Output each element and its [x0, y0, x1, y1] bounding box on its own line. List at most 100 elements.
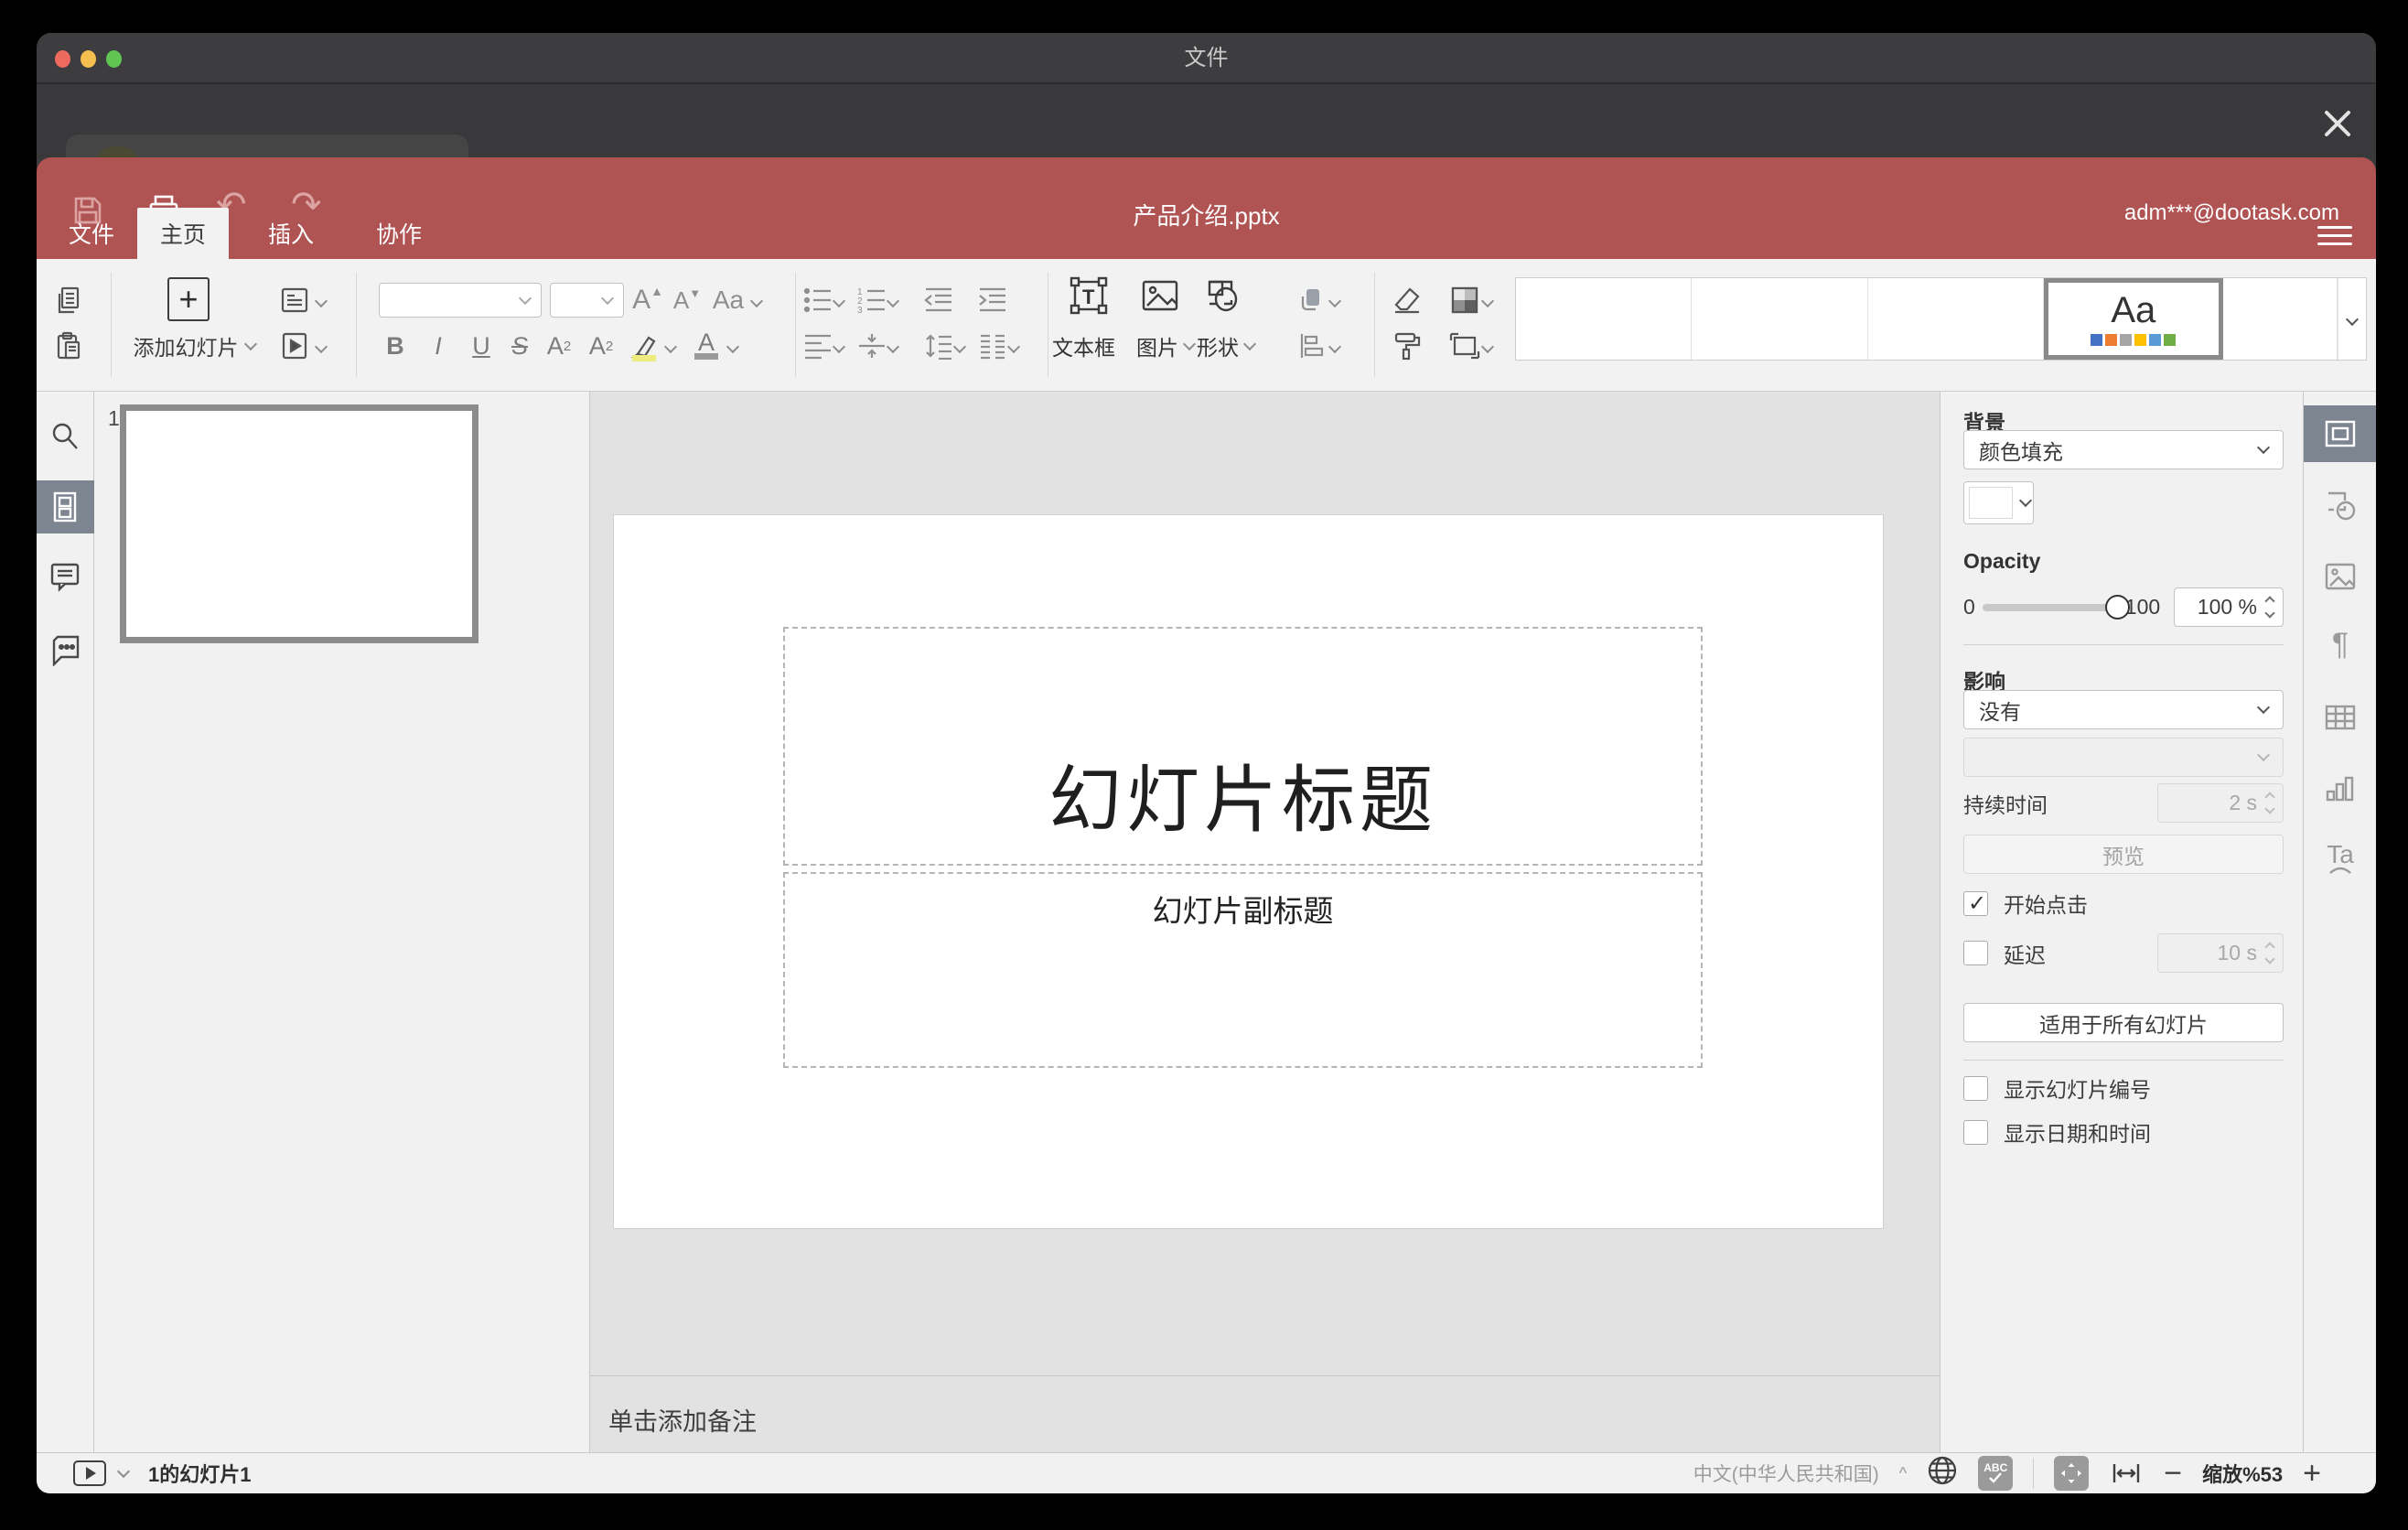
background-color-swatch[interactable]: [1963, 481, 2034, 524]
decrease-font-icon[interactable]: A ▼: [670, 283, 704, 318]
add-slide-icon[interactable]: +: [167, 277, 210, 321]
theme-thumbnail[interactable]: [1692, 278, 1868, 360]
tab-collaboration[interactable]: 协作: [353, 208, 445, 259]
underline-icon[interactable]: U: [464, 329, 499, 363]
add-slide-button[interactable]: 添加幻灯片: [115, 330, 273, 361]
show-slide-number-checkbox[interactable]: 显示幻灯片编号: [1963, 1072, 2284, 1104]
shape-fill-icon[interactable]: [1447, 283, 1482, 318]
font-color-icon[interactable]: A: [689, 329, 724, 363]
start-slideshow-status-icon[interactable]: [73, 1460, 106, 1486]
arrange-icon[interactable]: [1295, 283, 1329, 318]
font-name-combo[interactable]: [379, 283, 542, 318]
italic-icon[interactable]: I: [421, 329, 456, 363]
theme-gallery-expand-icon[interactable]: [2338, 278, 2366, 360]
theme-thumbnail[interactable]: [2223, 278, 2338, 360]
notes-placeholder[interactable]: 单击添加备注: [608, 1402, 757, 1438]
checkbox-unchecked[interactable]: [1963, 1119, 1988, 1145]
opacity-slider-knob[interactable]: [2104, 594, 2130, 620]
opacity-value-spinner[interactable]: 100 %: [2174, 587, 2284, 627]
slide-title-text: 幻灯片标题: [1048, 760, 1437, 841]
theme-thumbnail[interactable]: [1516, 278, 1693, 360]
delay-checkbox[interactable]: 延迟 10 s: [1963, 933, 2284, 973]
search-icon[interactable]: [48, 420, 81, 453]
zoom-out-icon[interactable]: −: [2164, 1458, 2182, 1489]
tab-home[interactable]: 主页: [137, 208, 230, 259]
checkbox-unchecked[interactable]: [1963, 1075, 1988, 1101]
theme-thumbnail[interactable]: [1868, 278, 2045, 360]
strikethrough-icon[interactable]: S: [502, 329, 537, 363]
duration-spinner[interactable]: 2 s: [2157, 783, 2284, 823]
paste-icon[interactable]: [51, 329, 86, 363]
decrease-indent-icon[interactable]: [921, 283, 956, 318]
theme-thumbnail-selected[interactable]: Aa: [2044, 278, 2223, 360]
subscript-icon[interactable]: A2: [584, 329, 618, 363]
start-on-click-checkbox[interactable]: 开始点击: [1963, 888, 2284, 919]
align-objects-icon[interactable]: [1295, 329, 1329, 363]
vertical-align-icon[interactable]: [855, 329, 889, 363]
language-selector[interactable]: 中文(中华人民共和国): [1693, 1460, 1879, 1487]
preview-button[interactable]: 预览: [1963, 835, 2284, 874]
paint-roller-icon[interactable]: [1390, 329, 1424, 363]
shape-icon[interactable]: [1200, 275, 1241, 316]
slide-subtitle-text: 幻灯片副标题: [1152, 894, 1334, 928]
columns-icon[interactable]: [975, 329, 1010, 363]
checkbox-unchecked[interactable]: [1963, 941, 1988, 965]
text-box-icon[interactable]: T: [1069, 275, 1109, 316]
image-settings-icon[interactable]: [2324, 560, 2357, 593]
change-case-icon[interactable]: Aa: [711, 283, 746, 318]
opacity-slider[interactable]: [1982, 594, 2130, 620]
shape-settings-icon[interactable]: [2324, 489, 2357, 522]
left-sidebar: [37, 392, 94, 1452]
eraser-icon[interactable]: [1390, 283, 1424, 318]
image-button[interactable]: 图片: [1136, 330, 1197, 361]
line-spacing-icon[interactable]: [921, 329, 956, 363]
effect-select[interactable]: 没有: [1963, 690, 2284, 729]
background-fill-select[interactable]: 颜色填充: [1963, 430, 2284, 469]
globe-icon[interactable]: [1927, 1455, 1958, 1492]
textart-settings-icon[interactable]: Ta: [2324, 842, 2357, 875]
settings-icon-strip: ¶ Ta: [2303, 392, 2376, 1452]
subtitle-placeholder[interactable]: 幻灯片副标题: [783, 872, 1703, 1068]
tab-file[interactable]: 文件: [46, 208, 137, 259]
table-settings-icon[interactable]: [2324, 701, 2357, 734]
chart-settings-icon[interactable]: [2324, 772, 2357, 805]
close-icon[interactable]: [2318, 104, 2357, 143]
bullets-icon[interactable]: [801, 283, 835, 318]
text-box-button[interactable]: 文本框: [1052, 330, 1115, 361]
bold-icon[interactable]: B: [378, 329, 413, 363]
superscript-icon[interactable]: A2: [542, 329, 576, 363]
copy-icon[interactable]: [51, 283, 86, 318]
slide-size-icon[interactable]: [1447, 329, 1482, 363]
start-slideshow-icon[interactable]: [277, 329, 312, 363]
tab-insert[interactable]: 插入: [245, 208, 337, 259]
image-icon[interactable]: [1140, 275, 1180, 316]
shape-button[interactable]: 形状: [1197, 330, 1257, 361]
increase-indent-icon[interactable]: [975, 283, 1010, 318]
slide-thumbnail[interactable]: [120, 404, 478, 643]
comments-icon[interactable]: [48, 560, 81, 593]
highlight-color-icon[interactable]: [627, 329, 661, 363]
effect-type-select[interactable]: [1963, 738, 2284, 777]
show-date-time-checkbox[interactable]: 显示日期和时间: [1963, 1116, 2284, 1148]
numbering-icon[interactable]: 123: [855, 283, 889, 318]
paragraph-settings-icon[interactable]: ¶: [2324, 627, 2357, 662]
font-size-combo[interactable]: [550, 283, 624, 318]
horizontal-align-icon[interactable]: [801, 329, 835, 363]
zoom-in-icon[interactable]: +: [2303, 1458, 2321, 1489]
fit-to-width-icon[interactable]: [2109, 1456, 2144, 1491]
checkbox-checked[interactable]: [1963, 890, 1988, 917]
apply-to-all-button[interactable]: 适用于所有幻灯片: [1963, 1003, 2284, 1042]
slides-panel-icon[interactable]: [48, 490, 81, 523]
spell-check-icon[interactable]: ABC: [1978, 1456, 2014, 1491]
increase-font-icon[interactable]: A ▲: [630, 283, 665, 318]
title-placeholder[interactable]: 幻灯片标题: [783, 627, 1703, 866]
fit-to-slide-icon[interactable]: [2054, 1456, 2090, 1491]
chat-icon[interactable]: [48, 633, 81, 667]
notes-divider[interactable]: [590, 1375, 1940, 1376]
menu-icon[interactable]: [2317, 221, 2352, 246]
macos-titlebar: 文件: [37, 33, 2376, 84]
slide-layout-icon[interactable]: [277, 283, 312, 318]
slide-settings-icon[interactable]: [2324, 417, 2357, 450]
slide-canvas[interactable]: 幻灯片标题 幻灯片副标题: [613, 514, 1884, 1229]
delay-spinner[interactable]: 10 s: [2157, 933, 2284, 973]
